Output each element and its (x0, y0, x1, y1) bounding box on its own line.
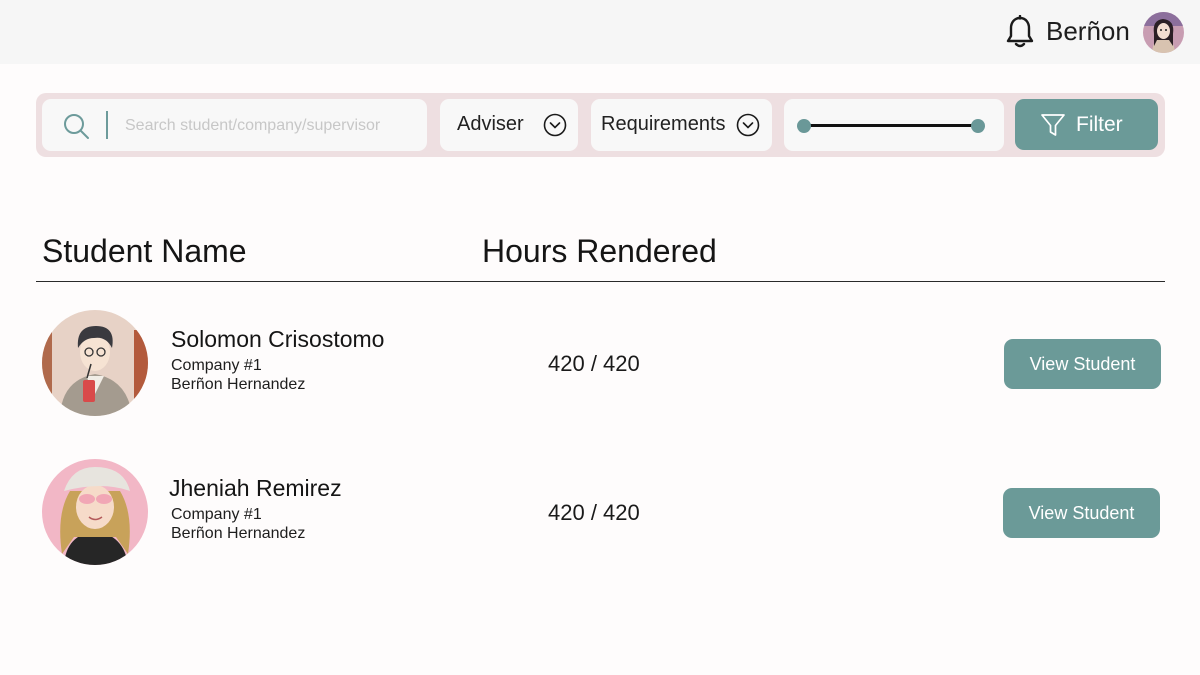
adviser-dropdown-label: Adviser (457, 113, 524, 135)
column-header-hours-rendered: Hours Rendered (482, 233, 717, 269)
chevron-down-icon (736, 113, 760, 137)
view-student-button[interactable]: View Student (1003, 488, 1160, 538)
search-icon (64, 114, 89, 139)
requirements-dropdown-label: Requirements (601, 113, 726, 135)
hours-rendered: 420 / 420 (548, 500, 640, 525)
header-divider (36, 281, 1165, 282)
hours-rendered: 420 / 420 (548, 351, 640, 376)
user-avatar[interactable] (1143, 12, 1184, 53)
student-name: Jheniah Remirez (169, 475, 342, 501)
student-avatar (42, 459, 148, 565)
student-avatar (42, 310, 148, 416)
student-adviser: Berñon Hernandez (171, 525, 306, 542)
chevron-down-icon (543, 113, 567, 137)
filter-button[interactable]: Filter (1015, 99, 1158, 150)
search-input[interactable] (116, 109, 416, 143)
user-name[interactable]: Berñon (1046, 16, 1130, 47)
view-student-button[interactable]: View Student (1004, 339, 1161, 389)
student-adviser: Berñon Hernandez (171, 376, 306, 393)
student-company: Company #1 (171, 357, 262, 374)
filter-button-label: Filter (1076, 113, 1123, 136)
range-slider-track[interactable] (803, 124, 978, 127)
table-row: Jheniah Remirez Company #1 Berñon Hernan… (0, 459, 1200, 569)
student-name: Solomon Crisostomo (171, 326, 385, 352)
column-header-student-name: Student Name (42, 233, 247, 269)
bell-icon[interactable] (1005, 15, 1035, 49)
student-company: Company #1 (171, 506, 262, 523)
range-slider-min-handle[interactable] (797, 119, 811, 133)
table-row: Solomon Crisostomo Company #1 Berñon Her… (0, 310, 1200, 420)
range-slider-max-handle[interactable] (971, 119, 985, 133)
search-divider (106, 111, 108, 139)
funnel-icon (1041, 114, 1065, 136)
adviser-dropdown[interactable]: Adviser (440, 99, 578, 151)
requirements-dropdown[interactable]: Requirements (591, 99, 772, 151)
